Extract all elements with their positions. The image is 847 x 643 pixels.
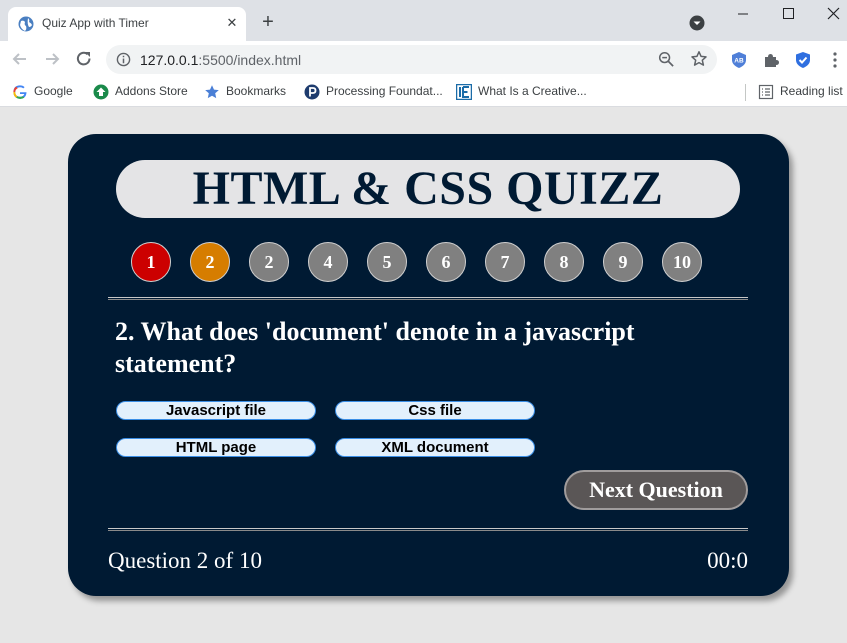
question-progress-bubbles: 1 2 2 4 5 6 7 8 9 10 xyxy=(131,242,731,282)
forward-icon[interactable] xyxy=(42,49,62,69)
svg-text:AB: AB xyxy=(734,58,744,65)
bookmark-label: Processing Foundat... xyxy=(326,84,443,98)
bookmark-label: Bookmarks xyxy=(226,84,287,98)
maximize-icon[interactable] xyxy=(781,6,797,22)
url-host: 127.0.0.1 xyxy=(140,52,199,68)
reading-list-icon xyxy=(758,84,774,100)
question-bubble: 7 xyxy=(485,242,525,282)
question-text: 2. What does 'document' denote in a java… xyxy=(115,317,635,378)
reading-list-button[interactable]: Reading list xyxy=(758,83,846,101)
reload-icon[interactable] xyxy=(74,49,94,69)
question-bubble: 6 xyxy=(426,242,466,282)
question-bubble: 2 xyxy=(190,242,230,282)
address-bar[interactable]: 127.0.0.1:5500/index.html xyxy=(106,45,717,74)
browser-menu-icon[interactable] xyxy=(826,51,844,69)
question-bubble: 4 xyxy=(308,242,348,282)
question-bubble: 8 xyxy=(544,242,584,282)
tab-strip: Quiz App with Timer ✕ + xyxy=(0,0,847,41)
close-tab-icon[interactable]: ✕ xyxy=(223,14,241,32)
answer-option[interactable]: Css file xyxy=(335,401,535,420)
reading-list-label: Reading list xyxy=(780,84,843,98)
answer-option[interactable]: XML document xyxy=(335,438,535,457)
minimize-icon[interactable] xyxy=(736,6,752,22)
close-window-icon[interactable] xyxy=(826,6,842,22)
browser-toolbar: 127.0.0.1:5500/index.html AB xyxy=(0,41,847,78)
quiz-title-banner: HTML & CSS QUIZZ xyxy=(116,160,740,218)
tab-title: Quiz App with Timer xyxy=(42,16,149,30)
star-icon xyxy=(205,85,219,99)
bottom-divider xyxy=(108,528,748,531)
bookmark-creative[interactable]: What Is a Creative... xyxy=(456,83,591,101)
answer-option[interactable]: Javascript file xyxy=(116,401,316,420)
google-icon xyxy=(13,85,27,99)
ie-icon xyxy=(456,84,472,100)
question-bubble: 1 xyxy=(131,242,171,282)
timer: 00:0 xyxy=(707,548,748,573)
bookmark-bookmarks[interactable]: Bookmarks xyxy=(204,83,294,101)
question-counter: Question 2 of 10 xyxy=(108,548,262,573)
url-path: :5500/index.html xyxy=(198,52,302,68)
bookmark-label: What Is a Creative... xyxy=(478,84,587,98)
url-text: 127.0.0.1:5500/index.html xyxy=(140,52,301,68)
bookmark-label: Addons Store xyxy=(115,84,188,98)
bookmarks-divider xyxy=(745,84,746,101)
question-bubble: 10 xyxy=(662,242,702,282)
back-icon[interactable] xyxy=(10,49,30,69)
shield-check-extension-icon[interactable] xyxy=(794,51,812,69)
question-bubble: 2 xyxy=(249,242,289,282)
bookmark-addons-store[interactable]: Addons Store xyxy=(93,83,193,101)
bookmark-processing-foundation[interactable]: Processing Foundat... xyxy=(304,83,444,101)
next-question-button[interactable]: Next Question xyxy=(564,470,748,510)
question-bubble: 5 xyxy=(367,242,407,282)
bookmark-google[interactable]: Google xyxy=(12,83,82,101)
info-icon[interactable] xyxy=(116,52,131,67)
new-tab-icon[interactable]: + xyxy=(258,12,278,33)
addons-store-icon xyxy=(93,84,109,100)
bookmarks-bar: Google Addons Store Bookmarks Processing… xyxy=(0,78,847,107)
zoom-out-icon[interactable] xyxy=(658,51,675,68)
extensions-puzzle-icon[interactable] xyxy=(762,51,780,69)
answer-option[interactable]: HTML page xyxy=(116,438,316,457)
quiz-card: HTML & CSS QUIZZ 1 2 2 4 5 6 7 8 9 10 2.… xyxy=(68,134,789,596)
quiz-title: HTML & CSS QUIZZ xyxy=(192,162,664,215)
top-divider xyxy=(108,297,748,300)
bookmark-star-icon[interactable] xyxy=(690,50,708,68)
processing-icon xyxy=(304,84,320,100)
browser-tab[interactable]: Quiz App with Timer ✕ xyxy=(8,7,246,41)
bookmark-label: Google xyxy=(34,84,73,98)
adblock-extension-icon[interactable]: AB xyxy=(730,51,748,69)
question-bubble: 9 xyxy=(603,242,643,282)
globe-icon xyxy=(18,16,34,32)
tab-search-icon[interactable] xyxy=(689,15,705,31)
